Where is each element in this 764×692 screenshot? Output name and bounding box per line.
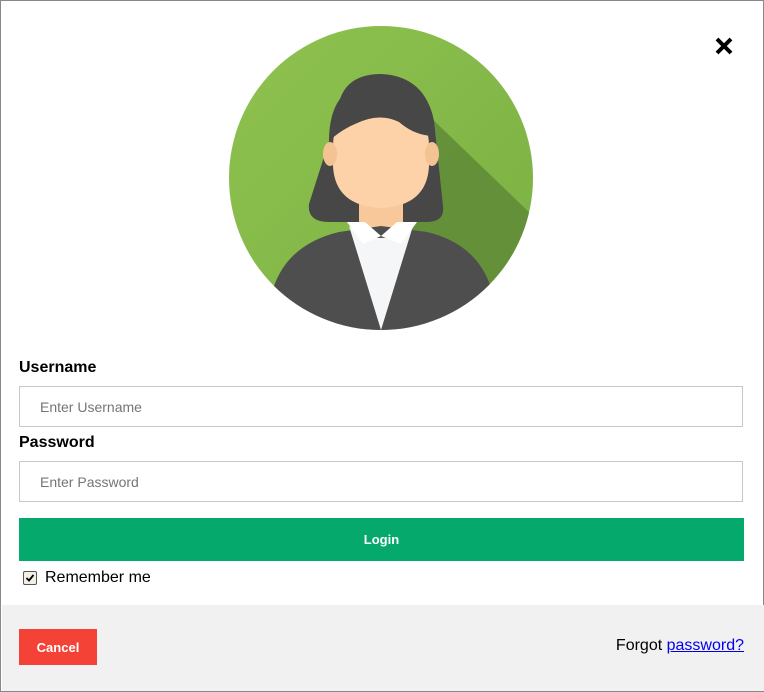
avatar-image bbox=[229, 26, 533, 330]
remember-checkbox[interactable] bbox=[23, 571, 37, 585]
avatar-woman-icon bbox=[229, 26, 533, 330]
forgot-password-link[interactable]: password? bbox=[667, 637, 744, 654]
checkmark-icon bbox=[25, 574, 35, 582]
forgot-password: Forgot password? bbox=[616, 637, 744, 655]
password-input[interactable] bbox=[19, 461, 743, 502]
username-input[interactable] bbox=[19, 386, 743, 427]
password-label: Password bbox=[19, 434, 95, 451]
close-button[interactable] bbox=[711, 33, 737, 59]
close-icon bbox=[715, 37, 733, 55]
modal-footer: Cancel Forgot password? bbox=[2, 605, 764, 691]
remember-me[interactable]: Remember me bbox=[23, 569, 151, 587]
cancel-button[interactable]: Cancel bbox=[19, 629, 97, 665]
forgot-prefix: Forgot bbox=[615, 637, 663, 654]
username-label: Username bbox=[19, 359, 97, 376]
login-modal: Username Password Login Remember me Canc… bbox=[0, 0, 764, 692]
login-button[interactable]: Login bbox=[19, 518, 744, 561]
remember-label: Remember me bbox=[45, 569, 151, 586]
